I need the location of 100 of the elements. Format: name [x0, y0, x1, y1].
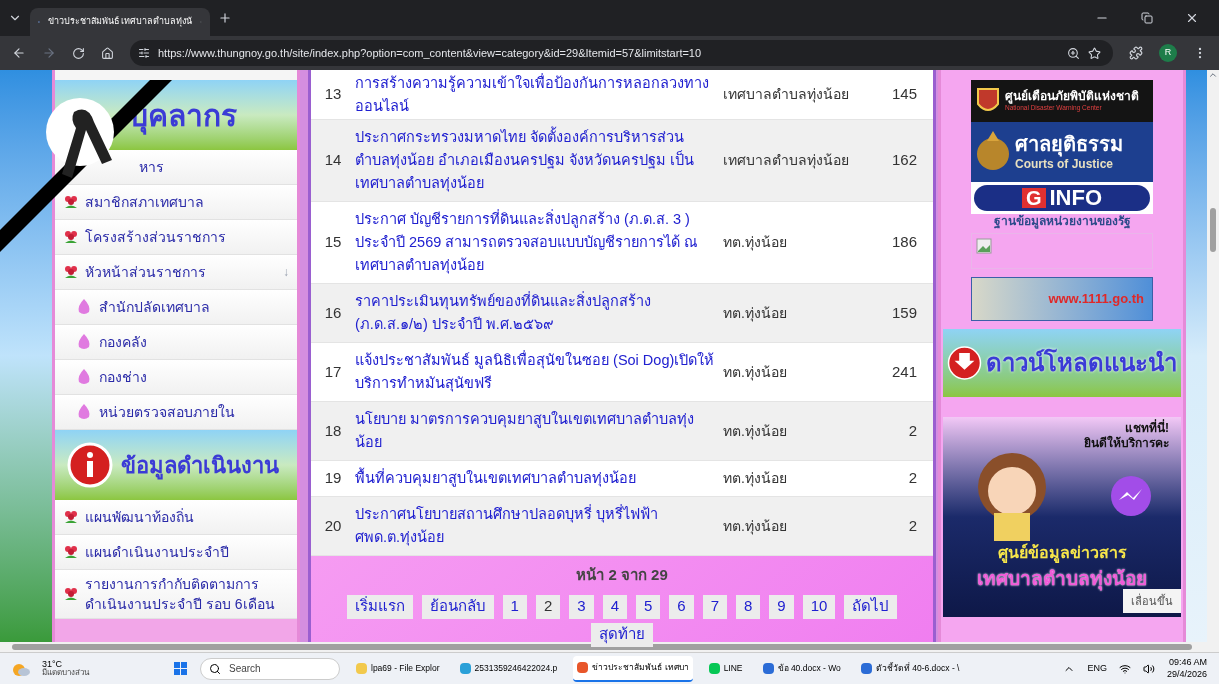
app-label: ตัวชี้วัดที่ 40-6.docx - \ [875, 662, 960, 675]
menu-item[interactable]: หน่วยตรวจสอบภายใน [55, 395, 297, 430]
author-cell-text: ทต.ทุ่งน้อย [722, 421, 788, 442]
home-icon[interactable] [101, 46, 114, 60]
menu-label: สมาชิกสภาเทศบาล [85, 193, 205, 212]
menu-item[interactable]: รายงานการกำกับติดตามการดำเนินงานประจำปี รอบ 6เดือน [55, 570, 297, 619]
page-button[interactable]: 2 [535, 594, 561, 619]
page-button[interactable]: เริ่มแรก [346, 594, 413, 619]
menu-label: กองช่าง [99, 368, 148, 387]
forward-icon[interactable] [42, 46, 56, 60]
page-button[interactable]: สุดท้าย [591, 622, 653, 647]
courts-logo[interactable]: ศาลยุติธรรม Courts of Justice [971, 122, 1153, 182]
restore-icon[interactable] [1141, 12, 1153, 24]
page-button[interactable]: 5 [636, 594, 661, 619]
search-placeholder: Search [229, 662, 261, 676]
extensions-icon[interactable] [1129, 46, 1143, 60]
scroll-up-button[interactable]: เลื่อนขึ้น [1123, 589, 1181, 613]
menu-item[interactable]: กองช่าง [55, 360, 297, 395]
hits-cell-text: 2 [907, 468, 918, 489]
start-icon[interactable] [174, 661, 188, 676]
article-link[interactable]: การสร้างความรู้ความเข้าใจเพื่อป้องกันการหลอกลวงทางออนไลน์ [355, 71, 715, 118]
article-link[interactable]: พื้นที่ควบคุมยาสูบในเขตเทศบาลตำบลทุ่งน้อย [355, 467, 715, 490]
menu-item[interactable]: สมาชิกสภาเทศบาล [55, 185, 297, 220]
new-tab-icon[interactable] [218, 11, 232, 25]
vertical-scrollbar[interactable] [1207, 70, 1219, 642]
page-button[interactable]: 3 [569, 594, 594, 619]
site-info-icon[interactable] [138, 47, 150, 59]
menu-item[interactable]: กองคลัง [55, 325, 297, 360]
page-button[interactable]: 7 [702, 594, 727, 619]
download-banner[interactable]: ดาวน์โหลดแนะนำ [943, 329, 1181, 397]
taskbar-app[interactable]: ตัวชี้วัดที่ 40-6.docx - \ [856, 655, 964, 682]
taskbar-app[interactable]: ข่าวประชาสัมพันธ์ เทศบา [573, 655, 693, 682]
menu-item[interactable]: สำนักปลัดเทศบาล [55, 290, 297, 325]
menu-item[interactable]: แผนดำเนินงานประจำปี [55, 535, 297, 570]
language-indicator[interactable]: ENG [1087, 661, 1107, 676]
zoom-icon[interactable] [1067, 46, 1080, 60]
messenger-icon [1108, 474, 1153, 518]
banner-title: ดาวน์โหลดแนะนำ [986, 347, 1177, 378]
menu-item[interactable]: โครงสร้างส่วนราชการ [55, 220, 297, 255]
row-number: 18 [323, 420, 343, 441]
ginfo-logo[interactable]: G INFO [971, 182, 1153, 214]
expand-arrow: ↓ [283, 264, 289, 280]
logo-title: INFO [1049, 187, 1103, 209]
volume-icon[interactable] [1142, 662, 1155, 675]
wifi-icon[interactable] [1118, 662, 1131, 675]
close-window-icon[interactable] [1185, 11, 1199, 25]
browser-tab[interactable]: ข่าวประชาสัมพันธ์ เทศบาลตำบลทุ่งน้ [30, 8, 210, 36]
author-cell-text: เทศบาลตำบลทุ่งน้อย [722, 85, 850, 105]
taskbar-search-field[interactable]: Search [200, 657, 340, 680]
page-button[interactable]: 9 [769, 594, 794, 619]
taskbar-app[interactable]: ข้อ 40.docx - Wo [758, 655, 845, 682]
menu-label: หน่วยตรวจสอบภายใน [99, 403, 236, 422]
page-button[interactable]: 1 [502, 594, 527, 619]
taskbar-app[interactable]: LINE [704, 655, 747, 682]
menu-item[interactable]: หัวหน้าส่วนราชการ ↓ [55, 255, 297, 290]
app-label: ข่าวประชาสัมพันธ์ เทศบา [592, 661, 689, 674]
page-button[interactable]: ถัดไป [844, 594, 898, 619]
menu-label: หัวหน้าส่วนราชการ [85, 263, 207, 282]
page-button[interactable]: 10 [802, 594, 836, 619]
app-label: LINE [723, 662, 743, 675]
hits-cell-text: 145 [890, 84, 918, 105]
address-bar[interactable]: https://www.thungnoy.go.th/site/index.php?option=com_content&view=category&id=29&Itemid=57&limitstart=10 [130, 40, 1113, 66]
mourning-ribbon-icon [46, 98, 114, 178]
url-text: https://www.thungnoy.go.th/site/index.php?option=com_content&view=category&id=29&Itemid=57&limitstart=10 [158, 45, 703, 61]
app-label: 2531359246422024.p [474, 662, 558, 675]
banner-title: www.1111.go.th [1048, 290, 1144, 309]
row-number: 19 [323, 468, 343, 489]
page-button[interactable]: 8 [736, 594, 761, 619]
article-link[interactable]: ประกาศนโยบายสถานศึกษาปลอดบุหรี่ บุหรี่ไฟฟ้าศพด.ต.ทุ่งน้อย [355, 503, 715, 549]
menu-label: หาร [139, 157, 164, 177]
chat-tagline: แชทที่นี่! [1125, 421, 1169, 435]
article-link[interactable]: นโยบาย มาตรการควบคุมยาสูบในเขตเทศบาลตำบลทุ่งน้อย [355, 408, 715, 454]
bookmark-star-icon[interactable] [1088, 46, 1101, 60]
taskbar-app[interactable]: lpa69 - File Explor [352, 655, 444, 682]
page-button[interactable]: ย้อนกลับ [421, 594, 494, 619]
chat-subtitle: ยินดีให้บริการคะ [1084, 436, 1169, 451]
weather-sun-icon [12, 661, 30, 676]
flower-icon [63, 509, 79, 525]
article-link[interactable]: ประกาศ บัญชีรายการที่ดินและสิ่งปลูกสร้าง (ภ.ด.ส. 3 ) ประจำปี 2569 สามารถตรวจสอบแบบบัญชีรายการได้ ณ เทศบาลตำบลทุ่งน้อย [355, 208, 715, 277]
profile-avatar[interactable]: R [1159, 44, 1177, 62]
article-link[interactable]: ราคาประเมินทุนทรัพย์ของที่ดินและสิ่งปลูกสร้าง (ภ.ด.ส.๑/๒) ประจำปี พ.ศ.๒๕๖๙ [355, 290, 715, 336]
menu-item[interactable]: แผนพัฒนาท้องถิ่น [55, 500, 297, 535]
article-link[interactable]: แจ้งประชาสัมพันธ์ มูลนิธิเพื่อสุนัขในซอย (Soi Dog)เปิดให้บริการทำหมันสุนัขฟรี [355, 349, 715, 395]
page-button[interactable]: 4 [602, 594, 627, 619]
clock-time: 09:46 AM [1168, 657, 1207, 669]
hits-cell-text: 2 [907, 515, 918, 536]
temperature: 31°C [42, 660, 63, 669]
info-icon [67, 442, 113, 488]
horizontal-scrollbar[interactable] [0, 642, 1219, 652]
reload-icon[interactable] [72, 46, 85, 60]
chat-banner[interactable]: แชทที่นี่! ยินดีให้บริการคะ ศูนย์ข้อมูลข่าวสาร เทศบาลตำบลทุ่งน้อย เลื่อนขึ้น [943, 417, 1181, 617]
page-button[interactable]: 6 [669, 594, 694, 619]
author-cell-text: ทต.ทุ่งน้อย [722, 362, 788, 383]
back-icon[interactable] [12, 46, 26, 60]
author-cell-text: เทศบาลตำบลทุ่งน้อย [722, 151, 850, 171]
hits-cell-text: 159 [890, 302, 918, 323]
taskbar-app[interactable]: 2531359246422024.p [455, 655, 562, 682]
row-number: 13 [323, 84, 343, 105]
article-link[interactable]: ประกาศกระทรวงมหาดไทย จัดตั้งองค์การบริหารส่วนตำบลทุ่งน้อย อำเภอเมืองนครปฐม จังหวัดนครปฐม เป็นเทศบาลตำบลทุ่งน้อย [355, 126, 715, 195]
author-cell-text: ทต.ทุ่งน้อย [722, 303, 788, 324]
